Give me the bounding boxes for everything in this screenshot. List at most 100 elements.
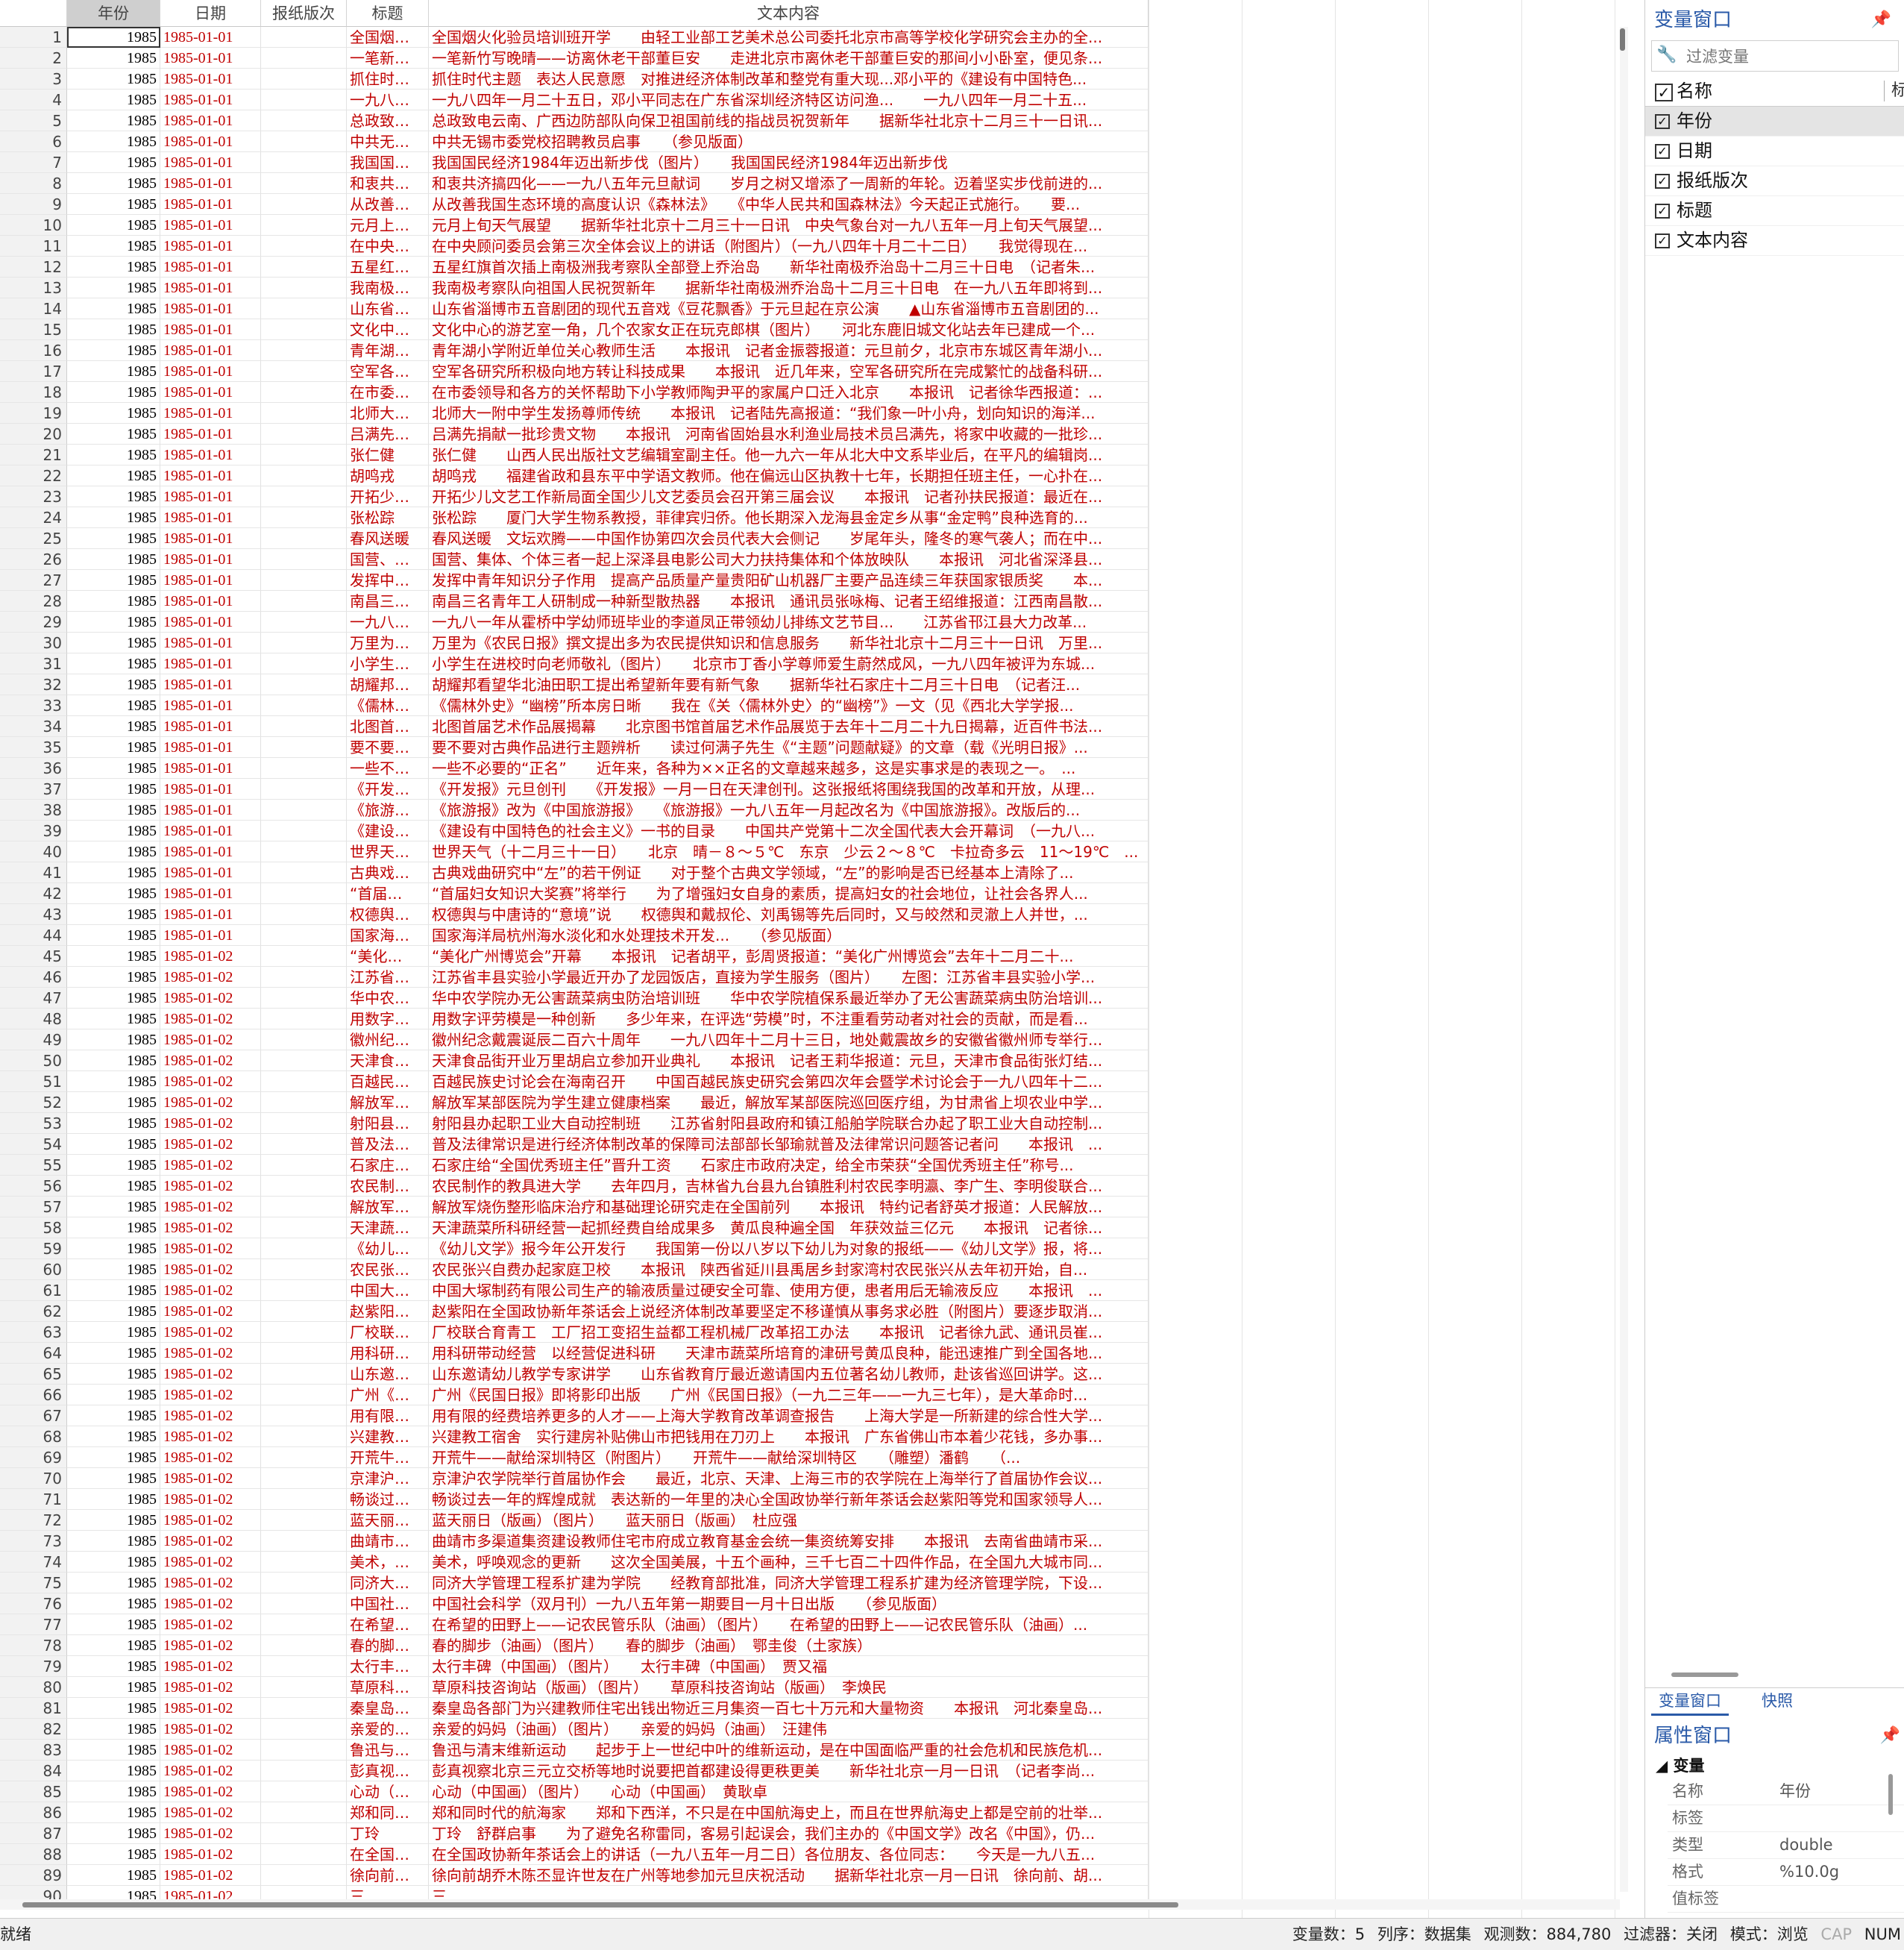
- cell-year[interactable]: 1985: [67, 1364, 160, 1385]
- cell-edition[interactable]: [261, 800, 347, 821]
- cell-year[interactable]: 1985: [67, 821, 160, 841]
- cell-edition[interactable]: [261, 1050, 347, 1071]
- cell-date[interactable]: 1985-01-01: [160, 90, 261, 110]
- cell-text[interactable]: 五星红旗首次插上南极洲我考察队全部登上乔治岛 新华社南极乔治岛十二月三十日电 （…: [429, 257, 1149, 278]
- cell-year[interactable]: 1985: [67, 758, 160, 779]
- table-row[interactable]: 19 1985 1985-01-01 北师大… 北师大一附中学生发扬尊师传统 本报讯 记…: [0, 403, 1149, 424]
- cell-text[interactable]: 我国国民经济1984年迈出新步伐（图片） 我国国民经济1984年迈出新步伐: [429, 152, 1149, 173]
- pin-icon[interactable]: 📌: [1871, 0, 1891, 40]
- cell-date[interactable]: 1985-01-02: [160, 1844, 261, 1865]
- cell-edition[interactable]: [261, 215, 347, 236]
- cell-text[interactable]: 万里为《农民日报》撰文提出多为农民提供知识和信息服务 新华社北京十二月三十一日讯…: [429, 633, 1149, 653]
- cell-year[interactable]: 1985: [67, 361, 160, 382]
- table-row[interactable]: 87 1985 1985-01-02 丁玲 丁玲 舒群启事 为了避免名称雷同，客易引起误…: [0, 1823, 1149, 1844]
- cell-title[interactable]: 发挥中…: [347, 570, 429, 591]
- table-row[interactable]: 63 1985 1985-01-02 厂校联… 厂校联合育青工 工厂招工变招生益都工程机…: [0, 1322, 1149, 1343]
- cell-title[interactable]: 同济大…: [347, 1573, 429, 1593]
- cell-year[interactable]: 1985: [67, 1322, 160, 1343]
- cell-date[interactable]: 1985-01-01: [160, 27, 261, 48]
- cell-edition[interactable]: [261, 69, 347, 90]
- table-row[interactable]: 13 1985 1985-01-01 我南极… 我南极考察队向祖国人民祝贺新年 据新华社…: [0, 278, 1149, 298]
- cell-edition[interactable]: [261, 1155, 347, 1176]
- cell-date[interactable]: 1985-01-01: [160, 862, 261, 883]
- cell-text[interactable]: 曲靖市多渠道集资建设教师住宅市府成立教育基金会统一集资统筹安排 本报讯 去南省曲…: [429, 1531, 1149, 1552]
- cell-date[interactable]: 1985-01-01: [160, 215, 261, 236]
- cell-edition[interactable]: [261, 1029, 347, 1050]
- cell-year[interactable]: 1985: [67, 424, 160, 445]
- cell-edition[interactable]: [261, 570, 347, 591]
- cell-year[interactable]: 1985: [67, 69, 160, 90]
- cell-date[interactable]: 1985-01-02: [160, 1719, 261, 1740]
- cell-title[interactable]: 北图首…: [347, 716, 429, 737]
- cell-title[interactable]: 开拓少…: [347, 486, 429, 507]
- cell-year[interactable]: 1985: [67, 988, 160, 1009]
- cell-year[interactable]: 1985: [67, 674, 160, 695]
- table-row[interactable]: 66 1985 1985-01-02 广州《… 广州《民国日报》即将影印出版 广州《民国…: [0, 1385, 1149, 1405]
- cell-title[interactable]: 厂校联…: [347, 1322, 429, 1343]
- cell-edition[interactable]: [261, 695, 347, 716]
- cell-year[interactable]: 1985: [67, 716, 160, 737]
- cell-title[interactable]: 胡耀邦…: [347, 674, 429, 695]
- cell-year[interactable]: 1985: [67, 1761, 160, 1781]
- variable-filter-input[interactable]: [1685, 46, 1897, 68]
- cell-title[interactable]: 和衷共…: [347, 173, 429, 194]
- cell-year[interactable]: 1985: [67, 800, 160, 821]
- table-row[interactable]: 74 1985 1985-01-02 美术，… 美术，呼唤观念的更新 这次全国美展，十五…: [0, 1552, 1149, 1573]
- cell-date[interactable]: 1985-01-02: [160, 1155, 261, 1176]
- cell-year[interactable]: 1985: [67, 1259, 160, 1280]
- cell-date[interactable]: 1985-01-02: [160, 1761, 261, 1781]
- cell-year[interactable]: 1985: [67, 27, 160, 48]
- cell-text[interactable]: 张仁健 山西人民出版社文艺编辑室副主任。他一九六一年从北大中文系毕业后，在平凡的…: [429, 445, 1149, 465]
- cell-year[interactable]: 1985: [67, 1614, 160, 1635]
- cell-edition[interactable]: [261, 883, 347, 904]
- table-row[interactable]: 81 1985 1985-01-02 秦皇岛… 秦皇岛各部门为兴建教师住宅出钱出物近三月…: [0, 1698, 1149, 1719]
- cell-edition[interactable]: [261, 1719, 347, 1740]
- cell-edition[interactable]: [261, 1844, 347, 1865]
- cell-title[interactable]: 国家海…: [347, 925, 429, 946]
- cell-year[interactable]: 1985: [67, 1071, 160, 1092]
- cell-text[interactable]: 张松踪 厦门大学生物系教授，菲律宾归侨。他长期深入龙海县金定乡从事“金定鸭”良种…: [429, 507, 1149, 528]
- cell-year[interactable]: 1985: [67, 841, 160, 862]
- cell-date[interactable]: 1985-01-01: [160, 633, 261, 653]
- cell-title[interactable]: 元月上…: [347, 215, 429, 236]
- cell-date[interactable]: 1985-01-02: [160, 1656, 261, 1677]
- table-row[interactable]: 34 1985 1985-01-01 北图首… 北图首届艺术作品展揭幕 北京图书馆首届艺…: [0, 716, 1149, 737]
- cell-title[interactable]: 权德舆…: [347, 904, 429, 925]
- table-row[interactable]: 23 1985 1985-01-01 开拓少… 开拓少儿文艺工作新局面全国少儿文艺委员会…: [0, 486, 1149, 507]
- cell-text[interactable]: 在中央顾问委员会第三次全体会议上的讲话（附图片）（一九八四年十月二十二日） 我觉…: [429, 236, 1149, 257]
- cell-edition[interactable]: [261, 1614, 347, 1635]
- cell-title[interactable]: 山东省…: [347, 298, 429, 319]
- cell-text[interactable]: 南昌三名青年工人研制成一种新型散热器 本报讯 通讯员张咏梅、记者王绍维报道：江西…: [429, 591, 1149, 612]
- variable-item[interactable]: ✓ 日期: [1645, 137, 1904, 166]
- cell-edition[interactable]: [261, 507, 347, 528]
- cell-edition[interactable]: [261, 1322, 347, 1343]
- cell-title[interactable]: 郑和同…: [347, 1802, 429, 1823]
- property-row[interactable]: 名称 年份: [1668, 1778, 1904, 1805]
- cell-year[interactable]: 1985: [67, 257, 160, 278]
- cell-title[interactable]: 华中农…: [347, 988, 429, 1009]
- cell-text[interactable]: 春风送暖 文坛欢腾——中国作协第四次会员代表大会侧记 岁尾年头，隆冬的寒气袭人；…: [429, 528, 1149, 549]
- cell-edition[interactable]: [261, 862, 347, 883]
- cell-year[interactable]: 1985: [67, 1844, 160, 1865]
- cell-date[interactable]: 1985-01-01: [160, 570, 261, 591]
- cell-title[interactable]: 要不要…: [347, 737, 429, 758]
- cell-date[interactable]: 1985-01-01: [160, 236, 261, 257]
- table-row[interactable]: 54 1985 1985-01-02 普及法… 普及法律常识是进行经济体制改革的保障司法…: [0, 1134, 1149, 1155]
- table-row[interactable]: 41 1985 1985-01-01 古典戏… 古典戏曲研究中“左”的若干例证 对于整个…: [0, 862, 1149, 883]
- table-row[interactable]: 31 1985 1985-01-01 小学生… 小学生在进校时向老师敬礼（图片） 北京市…: [0, 653, 1149, 674]
- table-row[interactable]: 6 1985 1985-01-01 中共无… 中共无锡市委党校招聘教员启事 （参见版面）: [0, 131, 1149, 152]
- table-row[interactable]: 16 1985 1985-01-01 青年湖… 青年湖小学附近单位关心教师生活 本报讯 …: [0, 340, 1149, 361]
- vertical-scrollbar[interactable]: [1620, 27, 1628, 1892]
- cell-text[interactable]: 我南极考察队向祖国人民祝贺新年 据新华社南极洲乔治岛十二月三十日电 在一九八五年…: [429, 278, 1149, 298]
- variable-filter[interactable]: 🔧: [1651, 40, 1899, 72]
- cell-text[interactable]: 国营、集体、个体三者一起上深泽县电影公司大力扶持集体和个体放映队 本报讯 河北省…: [429, 549, 1149, 570]
- cell-date[interactable]: 1985-01-02: [160, 1092, 261, 1113]
- cell-date[interactable]: 1985-01-02: [160, 1489, 261, 1510]
- cell-title[interactable]: 京津沪…: [347, 1468, 429, 1489]
- cell-title[interactable]: 在全国…: [347, 1844, 429, 1865]
- cell-text[interactable]: 百越民族史讨论会在海南召开 中国百越民族史研究会第四次年会暨学术讨论会于一九八四…: [429, 1071, 1149, 1092]
- select-all-checkbox[interactable]: ✓: [1655, 84, 1673, 101]
- cell-title[interactable]: 在中央…: [347, 236, 429, 257]
- cell-text[interactable]: 《幼儿文学》报今年公开发行 我国第一份以八岁以下幼儿为对象的报纸——《幼儿文学》…: [429, 1238, 1149, 1259]
- cell-date[interactable]: 1985-01-02: [160, 1823, 261, 1844]
